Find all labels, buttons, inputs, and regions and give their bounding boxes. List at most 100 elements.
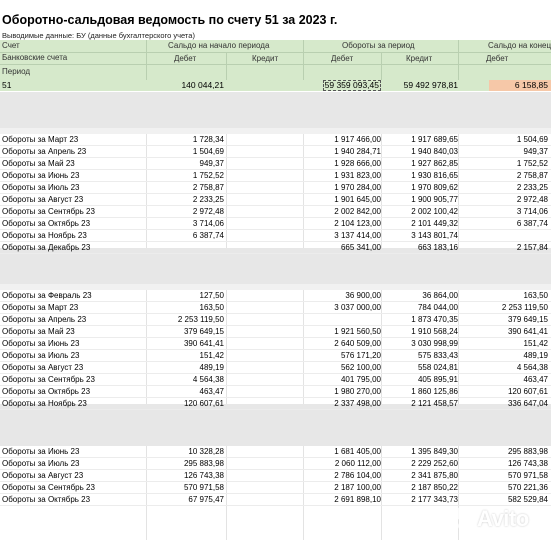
account-row[interactable]: 51 140 044,21 59 359 093,45 59 492 978,8… [0, 80, 551, 91]
header-saldo-end: Сальдо на конец [488, 41, 551, 50]
row-period-label: Обороты за Июнь 23 [2, 171, 80, 180]
row-value-c3: 576 171,20 [340, 351, 381, 360]
row-value-c3: 3 037 000,00 [334, 303, 381, 312]
table-row[interactable]: Обороты за Сентябрь 23 2 972,48 2 002 842,… [0, 206, 551, 218]
account-end-debit: 6 158,85 [489, 80, 551, 91]
header-debit-2: Дебет [331, 54, 354, 63]
table-row[interactable]: Обороты за Август 23 2 233,25 1 901 645,00… [0, 194, 551, 206]
row-value-c4: 36 864,00 [422, 291, 458, 300]
row-value-c4: 558 024,81 [417, 363, 458, 372]
row-value-c3: 1 940 284,71 [334, 147, 381, 156]
row-value-c1: 2 233,25 [192, 195, 224, 204]
row-value-c3: 1 917 466,00 [334, 135, 381, 144]
row-value-c3: 665 341,00 [340, 243, 381, 252]
row-period-label: Обороты за Сентябрь 23 [2, 207, 95, 216]
table-row[interactable]: Обороты за Июль 23 151,42 576 171,20 575 83… [0, 350, 551, 362]
row-value-c1: 2 758,87 [192, 183, 224, 192]
row-value-c5: 1 504,69 [516, 135, 548, 144]
header-turnover: Обороты за период [342, 41, 415, 50]
row-value-c1: 67 975,47 [188, 495, 224, 504]
row-value-c3: 401 795,00 [340, 375, 381, 384]
row-value-c3: 2 640 509,00 [334, 339, 381, 348]
row-value-c3: 2 187 100,00 [334, 483, 381, 492]
avito-logo-icon [447, 505, 475, 533]
row-value-c4: 784 044,00 [417, 303, 458, 312]
row-value-c4: 1 917 689,65 [411, 135, 458, 144]
row-value-c5: 151,42 [523, 339, 548, 348]
row-value-c4: 1 860 125,86 [411, 387, 458, 396]
table-row[interactable]: Обороты за Август 23 126 743,38 2 786 104,… [0, 470, 551, 482]
table-row[interactable]: Обороты за Апрель 23 1 504,69 1 940 284,71… [0, 146, 551, 158]
row-value-c1: 3 714,06 [192, 219, 224, 228]
row-period-label: Обороты за Июль 23 [2, 351, 80, 360]
row-value-c1: 379 649,15 [183, 327, 224, 336]
row-value-c1: 6 387,74 [192, 231, 224, 240]
row-value-c5: 949,37 [523, 147, 548, 156]
table-row[interactable]: Обороты за Июнь 23 390 641,41 2 640 509,00… [0, 338, 551, 350]
table-header: Счет Банковские счета Период Сальдо на н… [0, 40, 551, 80]
redacted-area-3 [0, 404, 551, 446]
row-value-c1: 1 752,52 [192, 171, 224, 180]
row-value-c1: 163,50 [199, 303, 224, 312]
row-period-label: Обороты за Июнь 23 [2, 447, 80, 456]
row-period-label: Обороты за Октябрь 23 [2, 495, 91, 504]
table-row[interactable]: Обороты за Август 23 489,19 562 100,00 558 … [0, 362, 551, 374]
header-debit-3: Дебет [486, 54, 509, 63]
header-account: Счет [2, 41, 20, 50]
row-period-label: Обороты за Июнь 23 [2, 339, 80, 348]
table-row[interactable]: Обороты за Сентябрь 23 570 971,58 2 187 10… [0, 482, 551, 494]
header-bank-accounts: Банковские счета [2, 53, 68, 62]
row-period-label: Обороты за Сентябрь 23 [2, 375, 95, 384]
row-period-label: Обороты за Апрель 23 [2, 147, 87, 156]
row-value-c4: 2 341 875,80 [411, 471, 458, 480]
account-turnover-debit[interactable]: 59 359 093,45 [322, 80, 381, 91]
table-row[interactable]: Обороты за Октябрь 23 3 714,06 2 104 123,0… [0, 218, 551, 230]
account-turnover-credit: 59 492 978,81 [403, 80, 458, 90]
row-value-c3: 2 060 112,00 [334, 459, 381, 468]
row-value-c1: 126 743,38 [183, 471, 224, 480]
row-value-c5: 463,47 [523, 375, 548, 384]
table-row[interactable]: Обороты за Ноябрь 23 120 607,61 2 337 498,… [0, 398, 551, 410]
row-value-c5: 390 641,41 [507, 327, 548, 336]
row-period-label: Обороты за Ноябрь 23 [2, 399, 87, 408]
row-value-c4: 1 970 809,62 [411, 183, 458, 192]
row-value-c3: 36 900,00 [345, 291, 381, 300]
row-value-c5: 2 758,87 [516, 171, 548, 180]
table-row[interactable]: Обороты за Сентябрь 23 4 564,38 401 795,00… [0, 374, 551, 386]
row-value-c1: 2 253 119,50 [177, 315, 224, 324]
table-row[interactable]: Обороты за Май 23 379 649,15 1 921 560,50 1… [0, 326, 551, 338]
row-period-label: Обороты за Февраль 23 [2, 291, 92, 300]
row-value-c4: 1 910 568,24 [411, 327, 458, 336]
table-row[interactable]: Обороты за Ноябрь 23 6 387,74 3 137 414,00… [0, 230, 551, 242]
row-value-c3: 2 691 898,10 [334, 495, 381, 504]
row-period-label: Обороты за Май 23 [2, 159, 75, 168]
account-saldo-debit: 140 044,21 [181, 80, 224, 90]
row-period-label: Обороты за Сентябрь 23 [2, 483, 95, 492]
header-credit-1: Кредит [252, 54, 279, 63]
table-row[interactable]: Обороты за Июнь 23 10 328,28 1 681 405,00 1… [0, 446, 551, 458]
row-value-c3: 1 921 560,50 [334, 327, 381, 336]
report-subtitle: Выводимые данные: БУ (данные бухгалтерск… [2, 31, 195, 40]
row-value-c4: 405 895,91 [417, 375, 458, 384]
table-row[interactable]: Обороты за Февраль 23 127,50 36 900,00 36 8… [0, 290, 551, 302]
table-row[interactable]: Обороты за Декабрь 23 665 341,00 663 183,1… [0, 242, 551, 254]
row-value-c1: 295 883,98 [183, 459, 224, 468]
row-value-c1: 127,50 [199, 291, 224, 300]
row-period-label: Обороты за Октябрь 23 [2, 387, 91, 396]
table-row[interactable]: Обороты за Июль 23 295 883,98 2 060 112,00… [0, 458, 551, 470]
row-value-c3: 1 931 823,00 [334, 171, 381, 180]
table-row[interactable]: Обороты за Октябрь 23 463,47 1 980 270,00 1… [0, 386, 551, 398]
table-row[interactable]: Обороты за Март 23 163,50 3 037 000,00 784 … [0, 302, 551, 314]
table-row[interactable]: Обороты за Март 23 1 728,34 1 917 466,00 1 … [0, 134, 551, 146]
table-row[interactable]: Обороты за Июнь 23 1 752,52 1 931 823,00 1 … [0, 170, 551, 182]
table-row[interactable]: Обороты за Апрель 23 2 253 119,50 1 873 47… [0, 314, 551, 326]
row-value-c5: 295 883,98 [507, 447, 548, 456]
table-row[interactable]: Обороты за Май 23 949,37 1 928 666,00 1 927… [0, 158, 551, 170]
avito-watermark-text: Avito [477, 506, 529, 531]
table-row[interactable]: Обороты за Июль 23 2 758,87 1 970 284,00 1 … [0, 182, 551, 194]
row-value-c5: 336 647,04 [507, 399, 548, 408]
row-value-c4: 663 183,16 [417, 243, 458, 252]
row-value-c5: 489,19 [523, 351, 548, 360]
row-value-c5: 2 253 119,50 [501, 303, 548, 312]
row-value-c3: 3 137 414,00 [334, 231, 381, 240]
